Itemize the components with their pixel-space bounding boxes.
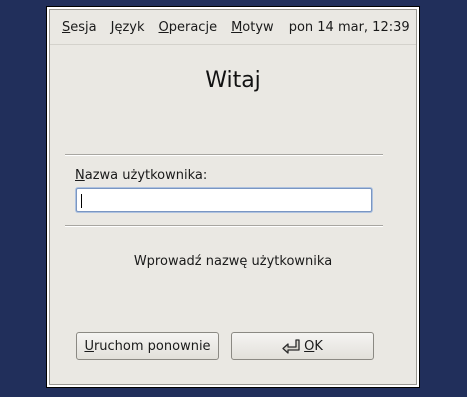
return-arrow-icon — [282, 338, 300, 354]
username-label: Nazwa użytkownika: — [75, 168, 207, 183]
welcome-title: Witaj — [205, 68, 261, 93]
menu-language[interactable]: Język — [104, 20, 152, 35]
login-window: Sesja Język Operacje Motyw pon 14 mar, 1… — [46, 6, 420, 388]
username-input[interactable] — [76, 188, 372, 212]
menu-actions[interactable]: Operacje — [152, 20, 225, 35]
menu-theme[interactable]: Motyw — [224, 20, 281, 35]
username-prompt: Wprowadź nazwę użytkownika — [133, 254, 333, 269]
username-label-mnemonic: N — [75, 168, 85, 183]
menu-theme-label: otyw — [242, 19, 274, 35]
restart-button[interactable]: Uruchom ponownie — [76, 332, 219, 360]
menu-language-label: ęzyk — [114, 19, 145, 35]
menubar: Sesja Język Operacje Motyw pon 14 mar, 1… — [50, 10, 416, 45]
desktop-background: Sesja Język Operacje Motyw pon 14 mar, 1… — [0, 0, 467, 397]
menu-session[interactable]: Sesja — [50, 20, 104, 35]
ok-button[interactable]: OK — [231, 332, 374, 360]
separator-bottom — [65, 225, 383, 227]
text-caret — [81, 194, 82, 208]
restart-button-label: ruchom ponownie — [93, 338, 211, 354]
separator-top — [65, 154, 383, 156]
ok-button-label: K — [314, 338, 323, 354]
menu-actions-label: peracje — [168, 19, 218, 35]
username-label-text: azwa użytkownika: — [84, 168, 208, 183]
clock: pon 14 mar, 12:39 — [288, 19, 410, 35]
login-window-body: Sesja Język Operacje Motyw pon 14 mar, 1… — [49, 9, 417, 385]
menu-session-label: esja — [70, 19, 97, 35]
menu-actions-mnemonic: O — [158, 19, 169, 35]
restart-button-mnemonic: U — [84, 338, 94, 354]
ok-button-mnemonic: O — [304, 338, 315, 354]
menu-theme-mnemonic: M — [231, 19, 243, 35]
